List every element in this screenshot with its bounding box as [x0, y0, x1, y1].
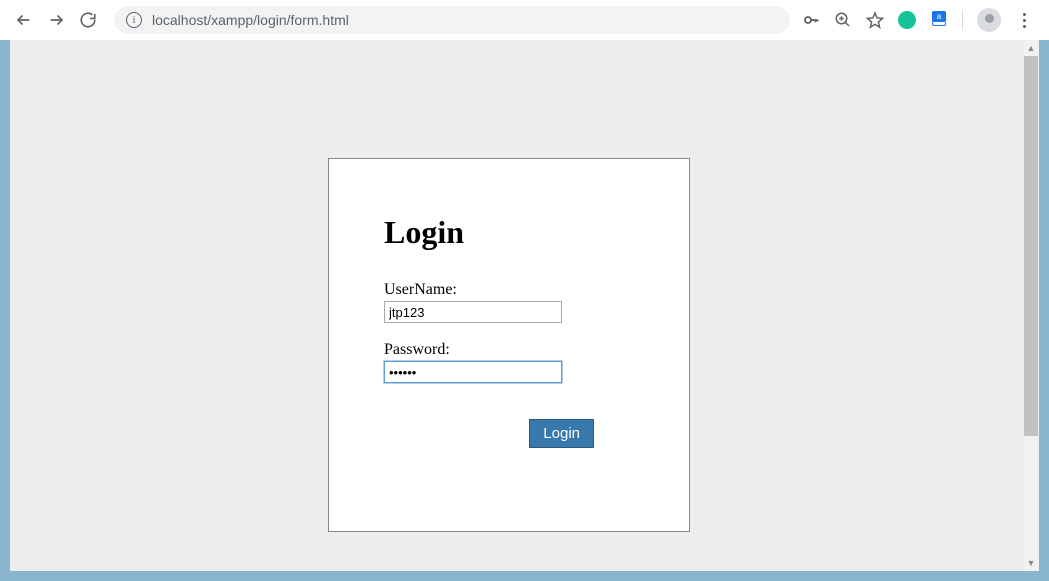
login-title: Login [384, 214, 634, 251]
zoom-icon[interactable] [834, 11, 852, 29]
scroll-up-icon[interactable]: ▲ [1023, 40, 1039, 56]
browser-toolbar: i localhost/xampp/login/form.html a [0, 0, 1049, 40]
forward-button[interactable] [42, 6, 70, 34]
username-label: UserName: [384, 281, 634, 299]
password-label: Password: [384, 341, 634, 359]
scroll-down-icon[interactable]: ▼ [1023, 555, 1039, 571]
viewport: Login UserName: Password: Login ▲ ▼ [10, 40, 1039, 571]
scroll-thumb[interactable] [1024, 56, 1038, 436]
username-input[interactable] [384, 301, 562, 323]
bookmark-icon[interactable] [866, 11, 884, 29]
login-card: Login UserName: Password: Login [328, 158, 690, 532]
site-info-icon[interactable]: i [126, 12, 142, 28]
username-group: UserName: [384, 281, 634, 323]
login-button[interactable]: Login [529, 419, 594, 448]
reload-button[interactable] [74, 6, 102, 34]
menu-button[interactable] [1015, 11, 1033, 29]
arrow-right-icon [47, 11, 65, 29]
scrollbar[interactable]: ▲ ▼ [1023, 40, 1039, 571]
url-text: localhost/xampp/login/form.html [152, 12, 778, 28]
extension-green-icon[interactable] [898, 11, 916, 29]
back-button[interactable] [10, 6, 38, 34]
arrow-left-icon [15, 11, 33, 29]
page-background: Login UserName: Password: Login ▲ ▼ [10, 40, 1039, 571]
address-bar[interactable]: i localhost/xampp/login/form.html [114, 6, 790, 34]
key-icon[interactable] [802, 11, 820, 29]
toolbar-divider [962, 10, 963, 30]
password-input[interactable] [384, 361, 562, 383]
reload-icon [79, 11, 97, 29]
extension-blue-icon[interactable]: a [930, 11, 948, 29]
toolbar-right: a [802, 8, 1039, 32]
profile-avatar[interactable] [977, 8, 1001, 32]
password-group: Password: [384, 341, 634, 383]
